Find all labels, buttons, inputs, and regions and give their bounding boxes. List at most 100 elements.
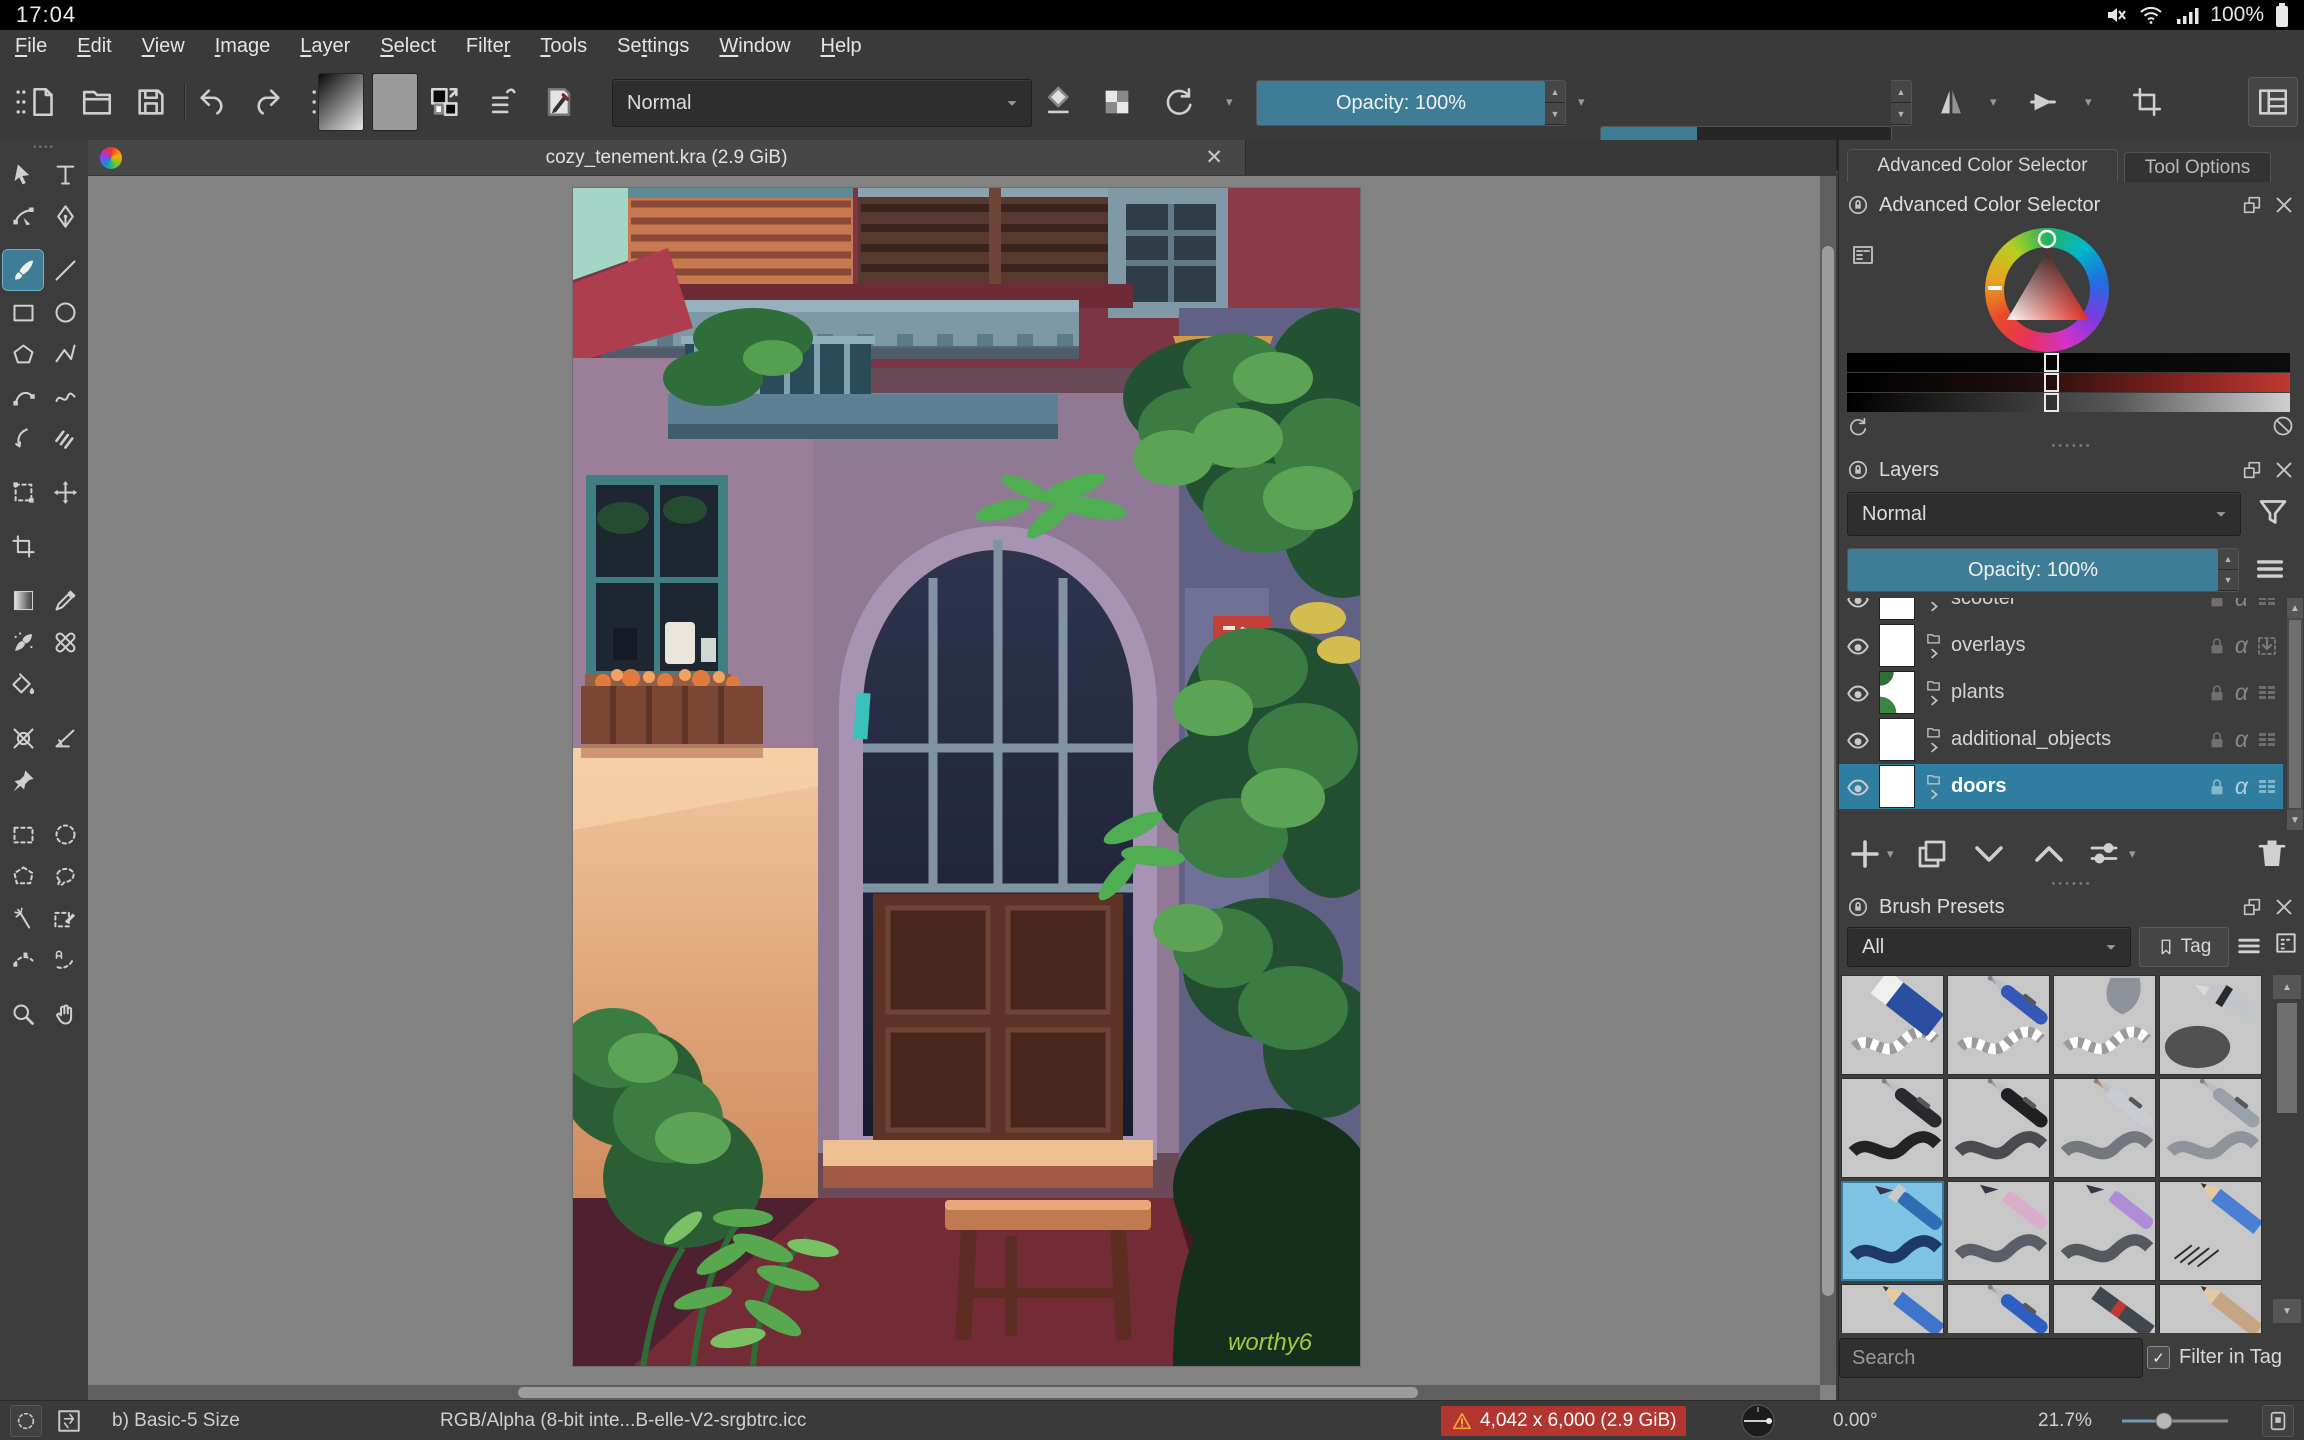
menu-filter[interactable]: Filter [451, 35, 525, 58]
tool-zoom[interactable] [3, 994, 43, 1034]
layer-group-expander[interactable] [1923, 772, 1943, 802]
tool-crop[interactable] [3, 526, 43, 566]
brush-preset-tile[interactable] [2053, 1078, 2156, 1178]
layer-filter-icon[interactable] [2255, 492, 2291, 532]
brush-preset-tile[interactable] [2159, 1078, 2262, 1178]
selection-display-button[interactable] [10, 1405, 42, 1437]
scroll-down-icon[interactable]: ▼ [2287, 810, 2303, 830]
chevron-down-icon[interactable]: ▾ [1990, 94, 1997, 110]
foreground-background-colors[interactable] [428, 85, 462, 119]
float-docker-icon[interactable] [2241, 896, 2263, 918]
scroll-up-icon[interactable]: ▲ [2273, 975, 2301, 999]
menu-window[interactable]: Window [704, 35, 805, 58]
layer-thumbnail[interactable] [1879, 765, 1915, 808]
layer-visibility-icon[interactable] [1845, 680, 1871, 706]
opacity-spinner[interactable]: ▲▼ [1545, 80, 1566, 126]
size-spinner[interactable]: ▲▼ [1891, 80, 1912, 126]
document-tab[interactable]: cozy_tenement.kra (2.9 GiB) ✕ [88, 140, 1246, 175]
docker-lock-icon[interactable] [1847, 459, 1869, 481]
tool-sel-bezier[interactable] [3, 940, 43, 980]
tool-measure[interactable] [45, 718, 85, 758]
tool-line[interactable] [45, 250, 85, 290]
preserve-alpha-button[interactable] [1100, 85, 1134, 119]
layer-alpha-icon[interactable]: α [2235, 679, 2248, 706]
refresh-colors-icon[interactable] [1847, 416, 1869, 438]
layer-row-overlays[interactable]: overlaysα [1839, 623, 2283, 668]
brush-preset-tile[interactable] [1947, 1181, 2050, 1281]
layer-lock-icon[interactable] [2206, 635, 2228, 657]
chevron-down-icon[interactable]: ▾ [1226, 94, 1233, 110]
menu-select[interactable]: Select [365, 35, 451, 58]
docker-lock-icon[interactable] [1847, 896, 1869, 918]
canvas-painting[interactable]: worthy6 [573, 188, 1360, 1366]
tool-sel-magic[interactable] [3, 898, 43, 938]
layer-row-scooter[interactable]: scooterα [1839, 598, 2283, 621]
float-docker-icon[interactable] [2241, 194, 2263, 216]
preset-display-mode-icon[interactable] [2273, 930, 2299, 956]
tool-sel-lasso[interactable] [45, 856, 85, 896]
tool-sel-poly[interactable] [3, 856, 43, 896]
tool-assistants[interactable] [3, 718, 43, 758]
layer-grid-icon[interactable] [2255, 598, 2279, 611]
layer-row-doors[interactable]: doorsα [1839, 764, 2283, 809]
layer-alpha-icon[interactable]: α [2235, 598, 2248, 612]
tool-pin[interactable] [3, 760, 43, 800]
layer-grid-icon[interactable] [2255, 775, 2279, 799]
reload-preset-button[interactable] [1162, 85, 1196, 119]
blending-mode-dropdown[interactable]: Normal [612, 79, 1032, 127]
menu-help[interactable]: Help [806, 35, 877, 58]
layer-options-icon[interactable] [2253, 552, 2287, 586]
brush-preset-tile[interactable] [1841, 1284, 1944, 1333]
close-docker-icon[interactable] [2273, 459, 2295, 481]
brush-preset-tile[interactable] [2159, 1181, 2262, 1281]
layer-visibility-icon[interactable] [1845, 633, 1871, 659]
save-button[interactable] [134, 85, 168, 119]
layer-lock-icon[interactable] [2206, 776, 2228, 798]
tool-sel-ellipse[interactable] [45, 814, 85, 854]
brush-preset-tile[interactable] [2159, 975, 2262, 1075]
docker-resize-handle[interactable]: •••••• [1839, 880, 2304, 888]
menu-edit[interactable]: Edit [62, 35, 126, 58]
brush-preset-tile[interactable] [2159, 1284, 2262, 1333]
redo-button[interactable] [250, 85, 284, 119]
wraparound-mode-button[interactable] [2130, 85, 2164, 119]
tool-polygon[interactable] [3, 334, 43, 374]
tag-button[interactable]: Tag [2139, 927, 2229, 967]
brush-preset-tile[interactable] [1841, 975, 1944, 1075]
move-layer-up-button[interactable] [2031, 836, 2067, 872]
tab-tool-options[interactable]: Tool Options [2124, 152, 2271, 182]
chevron-down-icon[interactable]: ▾ [1887, 846, 1894, 862]
brush-preset-tile[interactable] [2053, 975, 2156, 1075]
canvas-horizontal-scrollbar[interactable] [88, 1385, 1820, 1400]
layer-list-scrollbar[interactable]: ▲ ▼ [2287, 598, 2303, 830]
tool-colorize[interactable] [3, 622, 43, 662]
color-slider-value[interactable] [1847, 393, 2290, 412]
chevron-down-icon[interactable]: ▾ [2129, 846, 2136, 862]
filter-in-tag-checkbox[interactable]: ✓ [2147, 1346, 2170, 1369]
layer-grid-icon[interactable] [2255, 681, 2279, 705]
delete-layer-button[interactable] [2254, 836, 2290, 872]
layer-passthrough-icon[interactable] [2255, 634, 2279, 658]
layer-row-additional_objects[interactable]: additional_objectsα [1839, 717, 2283, 762]
tool-sel-similar[interactable] [45, 898, 85, 938]
eraser-mode-button[interactable] [1042, 85, 1076, 119]
layer-group-expander[interactable] [1923, 678, 1943, 708]
layer-alpha-icon[interactable]: α [2235, 773, 2248, 800]
tool-polyline[interactable] [45, 334, 85, 374]
layer-grid-icon[interactable] [2255, 728, 2279, 752]
tool-ellipse[interactable] [45, 292, 85, 332]
tool-patch[interactable] [45, 622, 85, 662]
scroll-down-icon[interactable]: ▼ [2273, 1299, 2301, 1323]
no-color-icon[interactable] [2271, 414, 2295, 438]
mirror-horizontal-button[interactable] [2026, 85, 2060, 119]
tool-fill[interactable] [3, 664, 43, 704]
layer-properties-button[interactable] [2086, 836, 2122, 872]
preset-list-view-icon[interactable] [2235, 932, 2263, 960]
brush-preset-tile[interactable] [2053, 1181, 2156, 1281]
open-document-button[interactable] [80, 85, 114, 119]
workspace-chooser-button[interactable] [2248, 77, 2298, 127]
layer-thumbnail[interactable] [1879, 718, 1915, 761]
tool-gradient-tool[interactable] [3, 580, 43, 620]
menu-settings[interactable]: Settings [602, 35, 704, 58]
scroll-up-icon[interactable]: ▲ [2287, 598, 2303, 618]
